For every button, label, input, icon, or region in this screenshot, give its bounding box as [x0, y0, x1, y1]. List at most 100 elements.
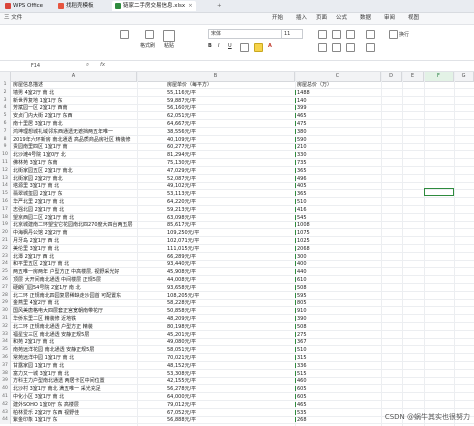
cell-description[interactable]: 和平里五区 2室1厅 南 北 [13, 260, 69, 268]
column-header-e[interactable]: E [402, 72, 424, 81]
cell-total-price[interactable]: 510 [297, 198, 307, 206]
cell-total-price[interactable]: 1075 [297, 229, 310, 237]
cell-unit-price[interactable]: 93,440元/平 [167, 260, 196, 268]
tab-wps-office[interactable]: WPS Office [2, 1, 46, 11]
cell-total-price[interactable]: 590 [297, 136, 307, 144]
row-number[interactable]: 16 [0, 198, 11, 206]
cell-unit-price[interactable]: 59,213元/平 [167, 206, 196, 214]
cell-total-price[interactable]: 1025 [297, 237, 310, 245]
row-number[interactable]: 38 [0, 369, 11, 378]
align-left-icon[interactable] [318, 43, 327, 52]
cell-description[interactable]: 鸿坤理想城礼域邻东西通透无遮挡两五年唯一 [13, 128, 113, 136]
cell-unit-price[interactable]: 63,098元/平 [167, 214, 196, 222]
cell-description[interactable]: 南苑远洋花园 南北通透 安静正规5层 [13, 346, 94, 354]
fx-icon[interactable]: fx [100, 62, 105, 68]
row-number[interactable]: 20 [0, 229, 11, 238]
align-center-icon[interactable] [332, 43, 341, 52]
cell-total-price[interactable]: 405 [297, 182, 307, 190]
cell-unit-price[interactable]: 55,116元/平 [167, 89, 196, 97]
cell-description[interactable]: 华侨东里二区 精装修 近地铁 [13, 315, 76, 323]
cell-unit-price[interactable]: 80,198元/平 [167, 323, 196, 331]
cell-description[interactable]: 2019年六环新房 南北通透 高品质商品房社区 精装修 [13, 136, 131, 144]
cell-description[interactable]: 北京城建南二环望宝它花园南北四270度大四台两五层 [13, 221, 133, 229]
cell-description[interactable]: 贵园南里四区 1室1厅 南 [13, 143, 68, 151]
cell-unit-price[interactable]: 111,015元/平 [167, 245, 199, 253]
cell-total-price[interactable]: 380 [297, 128, 307, 136]
cell-description[interactable]: 新世界复地 1室1厅 东 [13, 97, 63, 105]
cell-total-price[interactable]: 416 [297, 206, 307, 214]
cell-total-price[interactable]: 440 [297, 268, 307, 276]
cell-description[interactable]: 建外SOHO 1室0厅 东 高楼层 [13, 401, 79, 409]
cell-unit-price[interactable]: 38,556元/平 [167, 128, 196, 136]
cell-description[interactable]: 翡翠城玺园 2室1厅 东 [13, 190, 63, 198]
cell-unit-price[interactable]: 64,000元/平 [167, 393, 196, 401]
cell-unit-price[interactable]: 房屋单价（每平方） [167, 81, 212, 89]
row-number[interactable]: 4 [0, 104, 11, 113]
font-size-select[interactable]: 11 [281, 29, 303, 39]
indent-icon[interactable] [366, 30, 375, 39]
close-tab-icon[interactable]: × [188, 3, 193, 9]
cell-unit-price[interactable]: 45,201元/平 [167, 331, 196, 339]
row-number[interactable]: 44 [0, 416, 11, 425]
cell-total-price[interactable]: 475 [297, 120, 307, 128]
wrap-text-icon[interactable] [389, 30, 398, 39]
cell-total-price[interactable]: 515 [297, 370, 307, 378]
cell-total-price[interactable]: 275 [297, 331, 307, 339]
row-number[interactable]: 13 [0, 174, 11, 183]
cell-description[interactable]: 北沙滩4号院 1室0厅 北 [13, 151, 66, 159]
font-color-icon[interactable]: A [268, 43, 272, 49]
cell-description[interactable]: 中海枫丹公馆 2室2厅 南 [13, 229, 68, 237]
cell-total-price[interactable]: 330 [297, 151, 307, 159]
cell-total-price[interactable]: 房屋总价（万） [297, 81, 332, 89]
row-number[interactable]: 34 [0, 338, 11, 347]
cell-total-price[interactable]: 2068 [297, 245, 310, 253]
row-number[interactable]: 25 [0, 268, 11, 277]
column-header-f[interactable]: F [424, 72, 454, 81]
border-icon[interactable] [240, 43, 249, 52]
cell-total-price[interactable]: 210 [297, 143, 307, 151]
cell-description[interactable]: 南十里居 3室1厅 南北 [13, 120, 63, 128]
cell-description[interactable]: 和苑 2室1厅 南 北 [13, 338, 54, 346]
column-header-a[interactable]: A [11, 72, 137, 81]
row-number[interactable]: 41 [0, 393, 11, 401]
cell-unit-price[interactable]: 40,109元/平 [167, 136, 196, 144]
align-bottom-icon[interactable] [346, 30, 355, 39]
cell-description[interactable]: 墙男 4室2厅 南 北 [13, 89, 54, 97]
align-middle-icon[interactable] [332, 30, 341, 39]
cell-unit-price[interactable]: 50,858元/平 [167, 307, 196, 315]
row-number[interactable]: 3 [0, 96, 11, 105]
cell-unit-price[interactable]: 49,102元/平 [167, 182, 196, 190]
cell-description[interactable]: 方科主力户型南北通透 两居卡区中间位置 [13, 377, 105, 385]
row-number[interactable]: 23 [0, 252, 11, 261]
cell-total-price[interactable]: 268 [297, 416, 307, 424]
active-cell-f14[interactable] [424, 188, 454, 196]
row-number[interactable]: 1 [0, 81, 11, 89]
cell-total-price[interactable]: 735 [297, 159, 307, 167]
cell-unit-price[interactable]: 109,250元/平 [167, 229, 199, 237]
column-header-g[interactable]: G [454, 72, 474, 81]
tab-template[interactable]: 找稻壳模板 [55, 1, 97, 11]
wrap-text-button[interactable]: 换行 [399, 31, 409, 38]
cell-unit-price[interactable]: 52,087元/平 [167, 175, 196, 183]
row-number[interactable]: 30 [0, 307, 11, 316]
cell-total-price[interactable]: 910 [297, 307, 307, 315]
row-number[interactable]: 18 [0, 213, 11, 222]
cell-description[interactable]: 安贞门内大街 2室1厅 东西 [13, 112, 73, 120]
cell-description[interactable]: 两五唯一房两年 户型方正 中高楼层, 视野采光好 [13, 268, 119, 276]
cell-unit-price[interactable]: 64,667元/平 [167, 120, 196, 128]
cell-total-price[interactable]: 508 [297, 284, 307, 292]
cell-total-price[interactable]: 605 [297, 385, 307, 393]
row-number[interactable]: 28 [0, 291, 11, 300]
cell-description[interactable]: 柏林爱乐 2室2厅 东西 视野佳 [13, 409, 79, 417]
row-number[interactable]: 15 [0, 190, 11, 199]
row-number[interactable]: 7 [0, 127, 11, 136]
cell-unit-price[interactable]: 49,080元/平 [167, 338, 196, 346]
column-header-c[interactable]: C [295, 72, 381, 81]
tab-workbook[interactable]: 链家二手房交易信息.xlsx × [112, 1, 196, 11]
menu-insert[interactable]: 插入 [296, 14, 307, 23]
sheet-grid[interactable]: 1 房屋信息描述 房屋单价（每平方） 房屋总价（万） 2 墙男 4室2厅 南 北 55,11… [0, 81, 474, 426]
formula-input[interactable] [112, 62, 468, 70]
menu-review[interactable]: 审阅 [384, 14, 395, 23]
select-all-corner[interactable] [0, 72, 11, 81]
font-name-select[interactable]: 宋体 [208, 29, 282, 39]
